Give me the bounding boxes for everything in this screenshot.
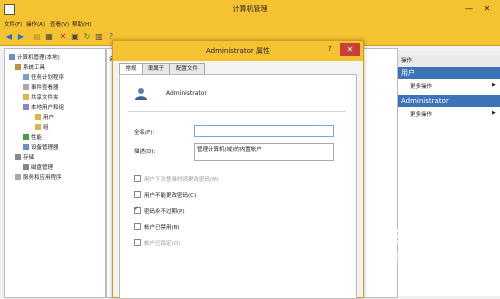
- checkbox-box[interactable]: [134, 223, 141, 230]
- description-label: 描述(D):: [134, 149, 156, 155]
- actions-header: 操作: [398, 55, 500, 67]
- event-icon: [23, 84, 29, 90]
- menu-bar: 文件(F) 操作(A) 查看(V) 帮助(H): [0, 18, 500, 29]
- checkbox-box[interactable]: ✓: [134, 205, 141, 214]
- tree-item-users[interactable]: 用户: [35, 113, 54, 121]
- tree-item-system-tools[interactable]: 系统工具: [15, 63, 45, 71]
- dialog-title-bar: Administrator 属性 ? ✕: [113, 41, 363, 61]
- tree-root[interactable]: 计算机管理(本地): [9, 53, 60, 61]
- performance-icon: [23, 134, 29, 140]
- folder-icon: [23, 94, 29, 100]
- chevron-right-icon: ▶: [492, 82, 496, 88]
- computer-icon: [9, 54, 15, 60]
- divider: [128, 111, 346, 112]
- show-hide-tree-icon[interactable]: ▦: [44, 32, 54, 42]
- fullname-label: 全名(F):: [134, 130, 155, 136]
- storage-icon: [15, 154, 21, 160]
- up-folder-icon[interactable]: ▤: [32, 32, 42, 42]
- menu-file[interactable]: 文件(F): [4, 20, 22, 28]
- checkbox-must-change-password[interactable]: 用户下次登录时须更改密码(M): [134, 175, 219, 183]
- checkbox-account-locked[interactable]: 帐户已锁定(O): [134, 239, 180, 247]
- checkbox-password-never-expires[interactable]: ✓ 密码永不过期(P): [134, 205, 185, 215]
- close-button[interactable]: ✕: [480, 3, 494, 14]
- properties-dialog: Administrator 属性 ? ✕ 常规 隶属于 配置文件 Adminis…: [112, 40, 364, 299]
- refresh-icon[interactable]: ↻: [82, 32, 92, 42]
- description-input[interactable]: 管理计算机(域)的内置帐户: [194, 143, 334, 161]
- tree-item-groups[interactable]: 组: [35, 123, 49, 131]
- folder-icon: [35, 114, 41, 120]
- minimize-button[interactable]: —: [462, 3, 476, 14]
- watermark-subtitle: 助你轻松解决: [370, 253, 437, 263]
- tree-item-disk-management[interactable]: 磁盘管理: [23, 163, 53, 171]
- clock-icon: [23, 74, 29, 80]
- forward-arrow-icon[interactable]: ▶: [16, 32, 26, 42]
- delete-icon[interactable]: ✕: [58, 32, 68, 42]
- checkbox-cannot-change-password[interactable]: 用户不能更改密码(C): [134, 191, 196, 199]
- user-icon: [135, 88, 147, 100]
- fullname-input[interactable]: [194, 125, 334, 137]
- services-icon: [15, 174, 21, 180]
- more-actions-link[interactable]: 更多操作: [410, 110, 432, 118]
- tree-item-local-users-groups[interactable]: 本地用户和组: [23, 103, 64, 111]
- actions-section-administrator[interactable]: Administrator: [398, 95, 500, 107]
- export-icon[interactable]: ▥: [94, 32, 104, 42]
- tools-icon: [15, 64, 21, 70]
- checkbox-box[interactable]: [134, 239, 141, 246]
- menu-action[interactable]: 操作(A): [26, 20, 45, 28]
- tree-item-event-viewer[interactable]: 事件查看器: [23, 83, 59, 91]
- folder-icon: [35, 124, 41, 130]
- watermark-title: 百科全说: [366, 226, 446, 250]
- watermark-logo: 百科全说 助你轻松解决: [366, 222, 456, 272]
- chevron-right-icon: ▶: [492, 110, 496, 116]
- checkbox-account-disabled[interactable]: 帐户已禁用(B): [134, 223, 180, 231]
- tree-item-performance[interactable]: 性能: [23, 133, 42, 141]
- tab-profile[interactable]: 配置文件: [169, 63, 205, 74]
- properties-icon[interactable]: ▣: [70, 32, 80, 42]
- checkbox-box[interactable]: [134, 191, 141, 198]
- dialog-close-button[interactable]: ✕: [340, 43, 360, 56]
- device-icon: [23, 144, 29, 150]
- menu-help[interactable]: 帮助(H): [72, 20, 91, 28]
- disk-icon: [23, 164, 29, 170]
- tree-item-storage[interactable]: 存储: [15, 153, 34, 161]
- tree-item-shared-folders[interactable]: 共享文件夹: [23, 93, 59, 101]
- tab-member-of[interactable]: 隶属于: [142, 63, 170, 74]
- dialog-help-button[interactable]: ?: [328, 45, 332, 53]
- dialog-title: Administrator 属性: [206, 47, 270, 55]
- back-arrow-icon[interactable]: ◀: [4, 32, 14, 42]
- menu-view[interactable]: 查看(V): [50, 20, 69, 28]
- more-actions-link[interactable]: 更多操作: [410, 82, 432, 90]
- actions-section-users[interactable]: 用户: [398, 67, 500, 79]
- username-label: Administrator: [166, 90, 207, 97]
- users-icon: [23, 104, 29, 110]
- tree-item-task-scheduler[interactable]: 任务计划程序: [23, 73, 64, 81]
- general-tab-panel: Administrator 全名(F): 描述(D): 管理计算机(域)的内置帐…: [119, 74, 357, 299]
- checkbox-box[interactable]: [134, 175, 141, 182]
- navigation-tree: 计算机管理(本地) 系统工具 任务计划程序 事件查看器 共享文件夹 本地用户和组…: [4, 48, 106, 298]
- window-title: 计算机管理: [232, 5, 268, 13]
- main-title-bar: 计算机管理 — ✕: [0, 0, 500, 18]
- tree-item-device-manager[interactable]: 设备管理器: [23, 143, 59, 151]
- tree-item-services-apps[interactable]: 服务和应用程序: [15, 173, 62, 181]
- checkmark-icon: ✓: [134, 205, 140, 212]
